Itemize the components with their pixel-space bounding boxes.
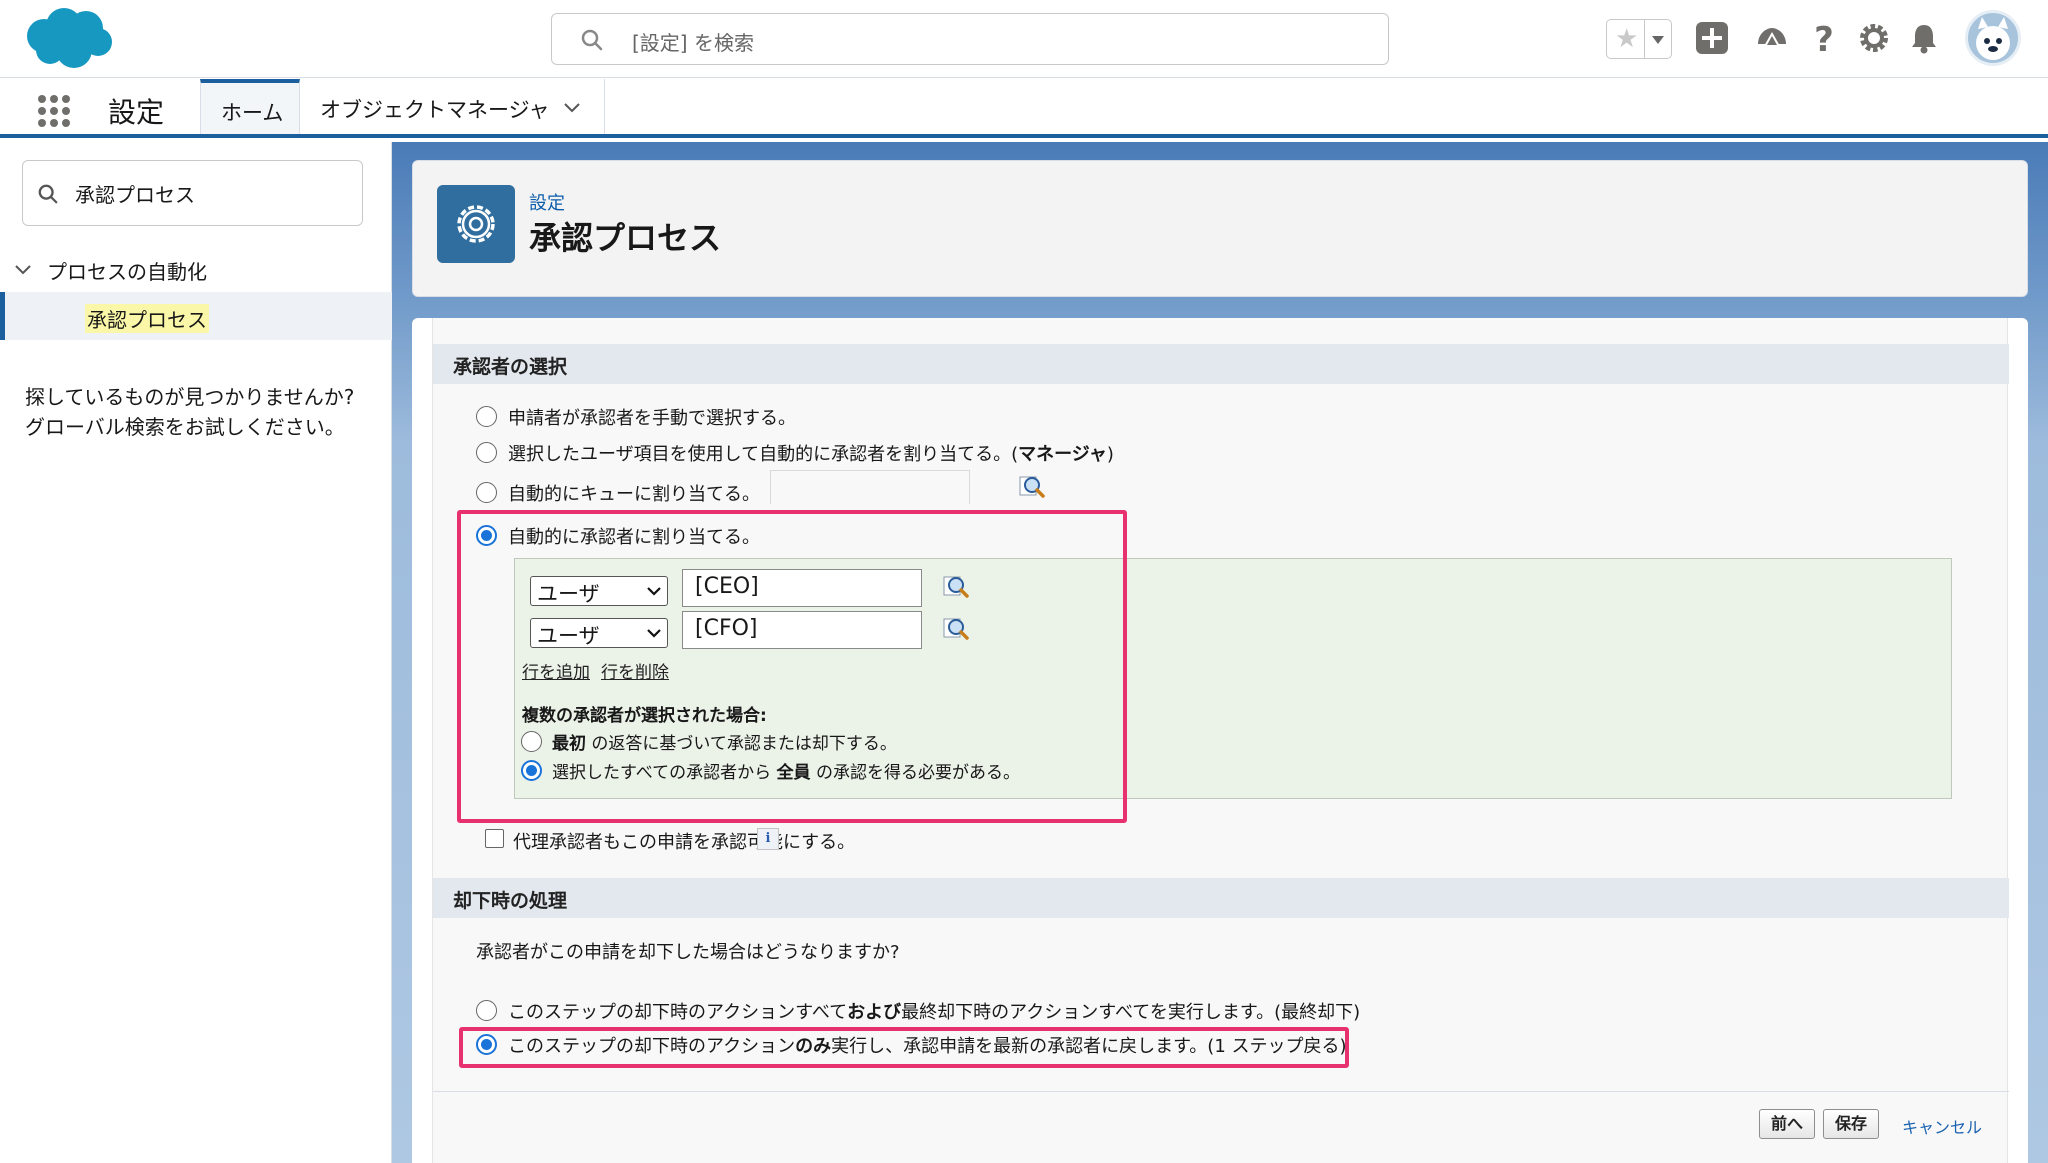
add-icon[interactable] (1694, 20, 1730, 56)
tree-item-label: 承認プロセス (85, 304, 209, 333)
radio-assign-queue[interactable] (476, 482, 497, 503)
section-title: 却下時の処理 (453, 890, 568, 912)
help-icon[interactable]: ? (1806, 20, 1842, 56)
info-icon[interactable]: i (757, 828, 779, 850)
page-header: 設定 承認プロセス (412, 160, 2028, 297)
tab-object-manager-label: オブジェクトマネージャ (320, 98, 550, 122)
annotation-highlight (459, 1027, 1349, 1068)
navigation-bar: 設定 ホーム オブジェクトマネージャ (0, 79, 2048, 138)
tab-object-manager[interactable]: オブジェクトマネージャ (300, 79, 605, 134)
option-label-bold: マネージャ (1018, 444, 1107, 465)
save-button[interactable]: 保存 (1823, 1109, 1879, 1139)
svg-text:?: ? (1814, 20, 1834, 56)
option-label-part: ) (1106, 444, 1114, 465)
divider (1644, 20, 1645, 58)
help-text-line: グローバル検索をお試しください。 (25, 415, 345, 439)
option-label-bold: および (847, 1002, 902, 1023)
radio-manual-select[interactable] (476, 406, 497, 427)
option-label: 選択したユーザ項目を使用して自動的に承認者を割り当てる。(マネージャ) (508, 440, 1114, 466)
delegate-approve-checkbox[interactable] (485, 829, 504, 848)
tab-home-label: ホーム (221, 101, 284, 125)
divider (433, 1091, 2009, 1092)
breadcrumb[interactable]: 設定 (529, 189, 565, 215)
rejection-question: 承認者がこの申請を却下した場合はどうなりますか? (476, 942, 900, 963)
search-icon (581, 29, 603, 51)
gear-icon[interactable] (1856, 20, 1892, 56)
tree-item-label: プロセスの自動化 (47, 260, 207, 284)
app-title: 設定 (108, 96, 165, 129)
section-header-rejection: 却下時の処理 (433, 878, 2009, 918)
option-label: 自動的にキューに割り当てる。 (508, 484, 760, 505)
cancel-link[interactable]: キャンセル (1902, 1114, 1982, 1138)
queue-input[interactable] (770, 470, 970, 504)
page-title: 承認プロセス (529, 219, 722, 257)
radio-user-field[interactable] (476, 442, 497, 463)
avatar[interactable] (1965, 10, 2021, 66)
global-search-input[interactable]: [設定] を検索 (551, 13, 1389, 65)
tree-item-process-automation[interactable]: プロセスの自動化 (12, 252, 382, 288)
help-text: 探しているものが見つかりませんか? グローバル検索をお試しください。 (25, 382, 375, 442)
chevron-down-icon[interactable] (14, 261, 32, 279)
app-launcher-icon[interactable] (36, 93, 72, 129)
option-label-part: 選択したユーザ項目を使用して自動的に承認者を割り当てる。( (508, 444, 1019, 465)
checkbox-label: 代理承認者もこの申請を承認可能にする。 (513, 832, 856, 853)
tree-item-approval-processes[interactable]: 承認プロセス (0, 292, 392, 340)
setup-gear-icon (437, 185, 515, 263)
search-icon (38, 184, 58, 204)
option-label-part: 最終却下時のアクションすべてを実行します。(最終却下) (901, 1002, 1361, 1023)
global-header: [設定] を検索 ★ ? (0, 0, 2048, 78)
quick-find-value: 承認プロセス (75, 183, 195, 207)
bell-icon[interactable] (1906, 20, 1942, 56)
tab-home[interactable]: ホーム (200, 79, 300, 134)
previous-button[interactable]: 前へ (1759, 1109, 1815, 1139)
salesforce-logo[interactable] (22, 6, 116, 72)
option-label: このステップの却下時のアクションすべておよび最終却下時のアクションすべてを実行し… (508, 998, 1360, 1024)
chevron-down-icon[interactable] (1649, 27, 1667, 51)
star-icon[interactable]: ★ (1615, 24, 1638, 54)
section-title: 承認者の選択 (453, 356, 568, 378)
section-header-approver: 承認者の選択 (433, 344, 2009, 384)
radio-final-rejection[interactable] (476, 1000, 497, 1021)
annotation-highlight (457, 510, 1127, 823)
search-placeholder: [設定] を検索 (632, 31, 754, 55)
quick-find-input[interactable]: 承認プロセス (22, 160, 363, 226)
favorites-group[interactable]: ★ (1606, 19, 1672, 59)
setup-sidebar: 承認プロセス プロセスの自動化 承認プロセス 探しているものが見つかりませんか?… (0, 142, 392, 1163)
trailhead-icon[interactable] (1754, 20, 1790, 56)
help-text-line: 探しているものが見つかりませんか? (25, 385, 355, 409)
option-label-part: このステップの却下時のアクションすべて (508, 1002, 848, 1023)
lookup-icon[interactable] (1018, 473, 1046, 501)
chevron-down-icon[interactable] (562, 97, 582, 117)
option-label: 申請者が承認者を手動で選択する。 (508, 408, 796, 429)
